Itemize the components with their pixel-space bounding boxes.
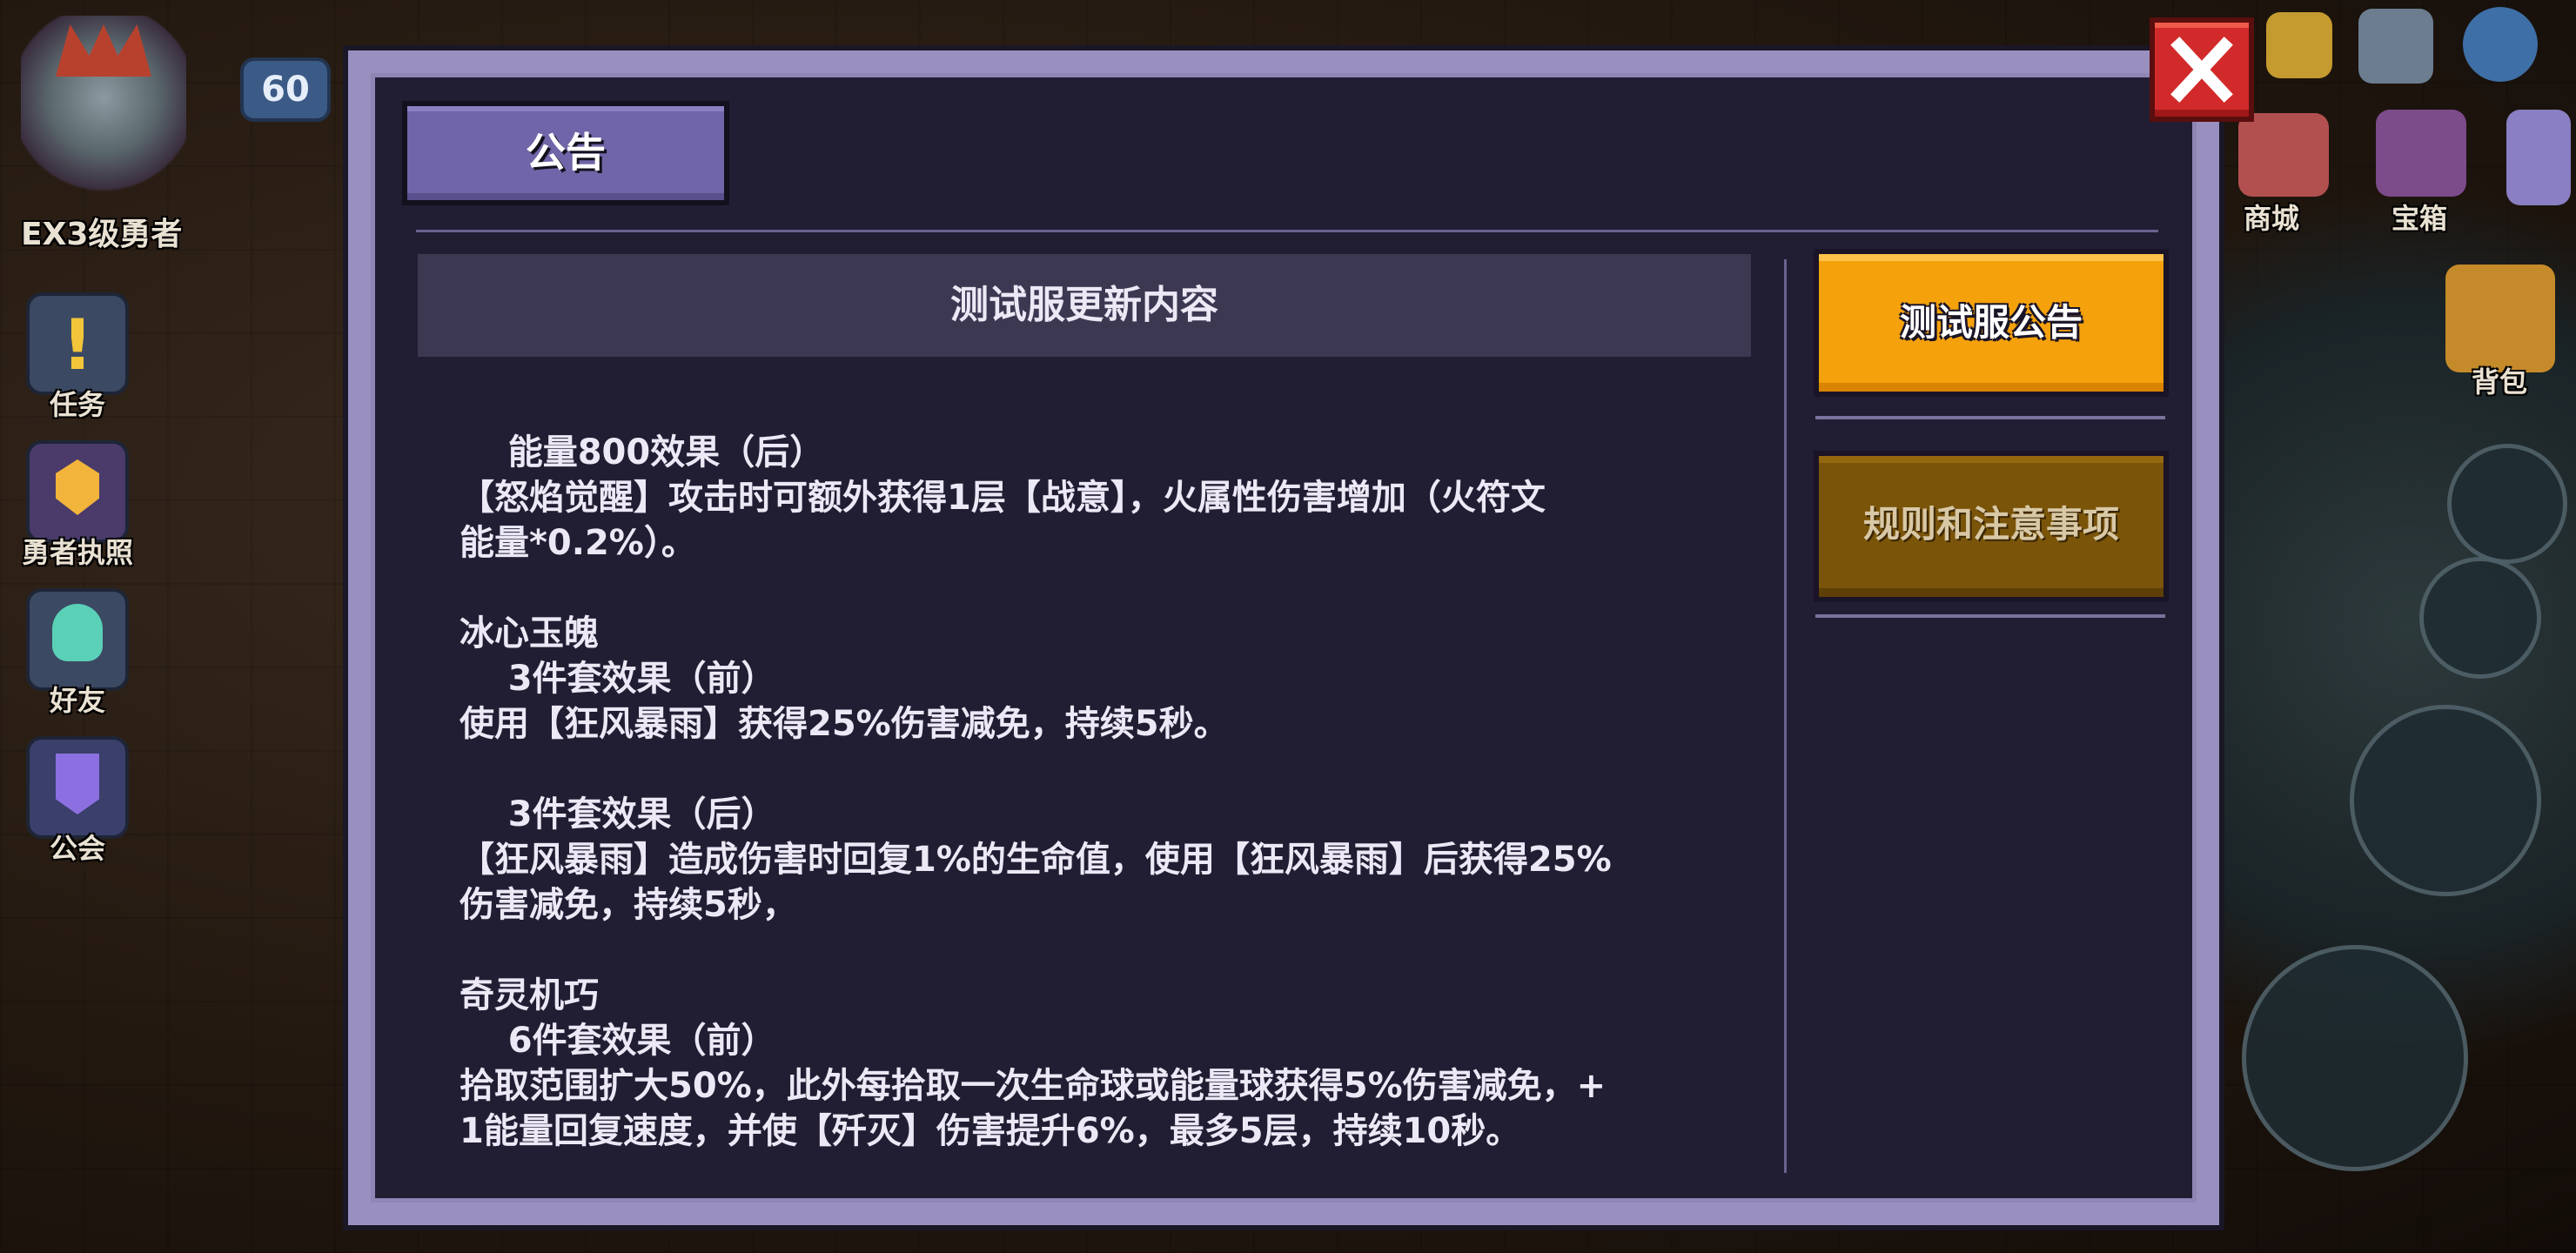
- content-line: 6件套效果（前）: [460, 1021, 776, 1061]
- content-line: 【狂风暴雨】造成伤害时回复1%的生命值，使用【狂风暴雨】后获得25%: [460, 840, 1612, 880]
- bag-icon[interactable]: [2445, 265, 2555, 372]
- announcement-content[interactable]: 能量800效果（后） 【怒焰觉醒】攻击时可额外获得1层【战意】，火属性伤害增加（…: [460, 430, 1748, 1169]
- hero-rank-label: EX3级勇者: [21, 217, 183, 252]
- task-icon: [26, 292, 129, 395]
- content-line: 【怒焰觉醒】攻击时可额外获得1层【战意】，火属性伤害增加（火符文: [460, 478, 1546, 518]
- friends-button[interactable]: 好友: [21, 588, 134, 719]
- close-button[interactable]: [2150, 17, 2254, 122]
- guild-button[interactable]: 公会: [21, 736, 134, 867]
- content-line: [460, 566, 1748, 611]
- content-line: [460, 747, 1748, 792]
- content-line: 3件套效果（后）: [460, 794, 776, 834]
- attack-hand-button[interactable]: [2242, 945, 2468, 1171]
- tab-rules-and-notes[interactable]: 规则和注意事项: [1814, 451, 2169, 602]
- content-line: 拾取范围扩大50%，此外每拾取一次生命球或能量球获得5%伤害减免，+: [460, 1066, 1607, 1106]
- level-badge: 60: [240, 57, 331, 122]
- friends-icon: [26, 588, 129, 691]
- friends-label: 好友: [49, 684, 105, 717]
- hero-license-label: 勇者执照: [21, 536, 133, 569]
- expand-arrow-icon[interactable]: [2506, 110, 2571, 205]
- content-line: 3件套效果（前）: [460, 659, 776, 699]
- megaphone-icon[interactable]: [2358, 9, 2433, 84]
- content-line: [460, 928, 1748, 973]
- grid-menu-icon[interactable]: [2447, 444, 2567, 564]
- skill-button-1[interactable]: [2419, 557, 2541, 679]
- task-label: 任务: [49, 388, 105, 421]
- shop-icon[interactable]: [2238, 113, 2329, 197]
- close-icon: [2170, 37, 2233, 103]
- header-divider: [416, 230, 2158, 232]
- sidebar-divider: [1815, 416, 2165, 419]
- content-line: 伤害减免，持续5秒，: [460, 885, 797, 925]
- content-line: 能量*0.2%）。: [460, 523, 696, 563]
- skill-button-2[interactable]: [2350, 705, 2541, 896]
- task-button[interactable]: 任务: [21, 292, 134, 423]
- hero-avatar[interactable]: [21, 16, 186, 198]
- add-icon[interactable]: [2266, 12, 2332, 78]
- hero-license-button[interactable]: 勇者执照: [21, 440, 134, 571]
- tab-announcement[interactable]: 公告: [402, 101, 729, 205]
- content-line: 奇灵机巧: [460, 975, 599, 1015]
- hero-license-icon: [26, 440, 129, 543]
- gear-icon[interactable]: [2463, 7, 2538, 82]
- left-hud: 60 EX3级勇者 任务 勇者执照 好友 公会: [0, 0, 331, 870]
- bag-label: 背包: [2472, 365, 2528, 399]
- content-line: 能量800效果（后）: [460, 432, 825, 472]
- content-sidebar-divider: [1784, 259, 1787, 1173]
- sidebar-divider: [1815, 614, 2165, 618]
- content-title: 测试服更新内容: [418, 254, 1751, 357]
- chest-icon[interactable]: [2376, 110, 2466, 197]
- shop-label: 商城: [2244, 202, 2300, 235]
- content-line: 冰心玉魄: [460, 613, 599, 653]
- guild-icon: [26, 736, 129, 839]
- guild-label: 公会: [49, 832, 105, 865]
- content-line: 1能量回复速度，并使【歼灭】伤害提升6%，最多5层，持续10秒。: [460, 1111, 1521, 1151]
- content-line: 使用【狂风暴雨】获得25%伤害减免，持续5秒。: [460, 704, 1229, 744]
- chest-label: 宝箱: [2392, 202, 2448, 235]
- tab-test-server-announcement[interactable]: 测试服公告: [1814, 249, 2169, 397]
